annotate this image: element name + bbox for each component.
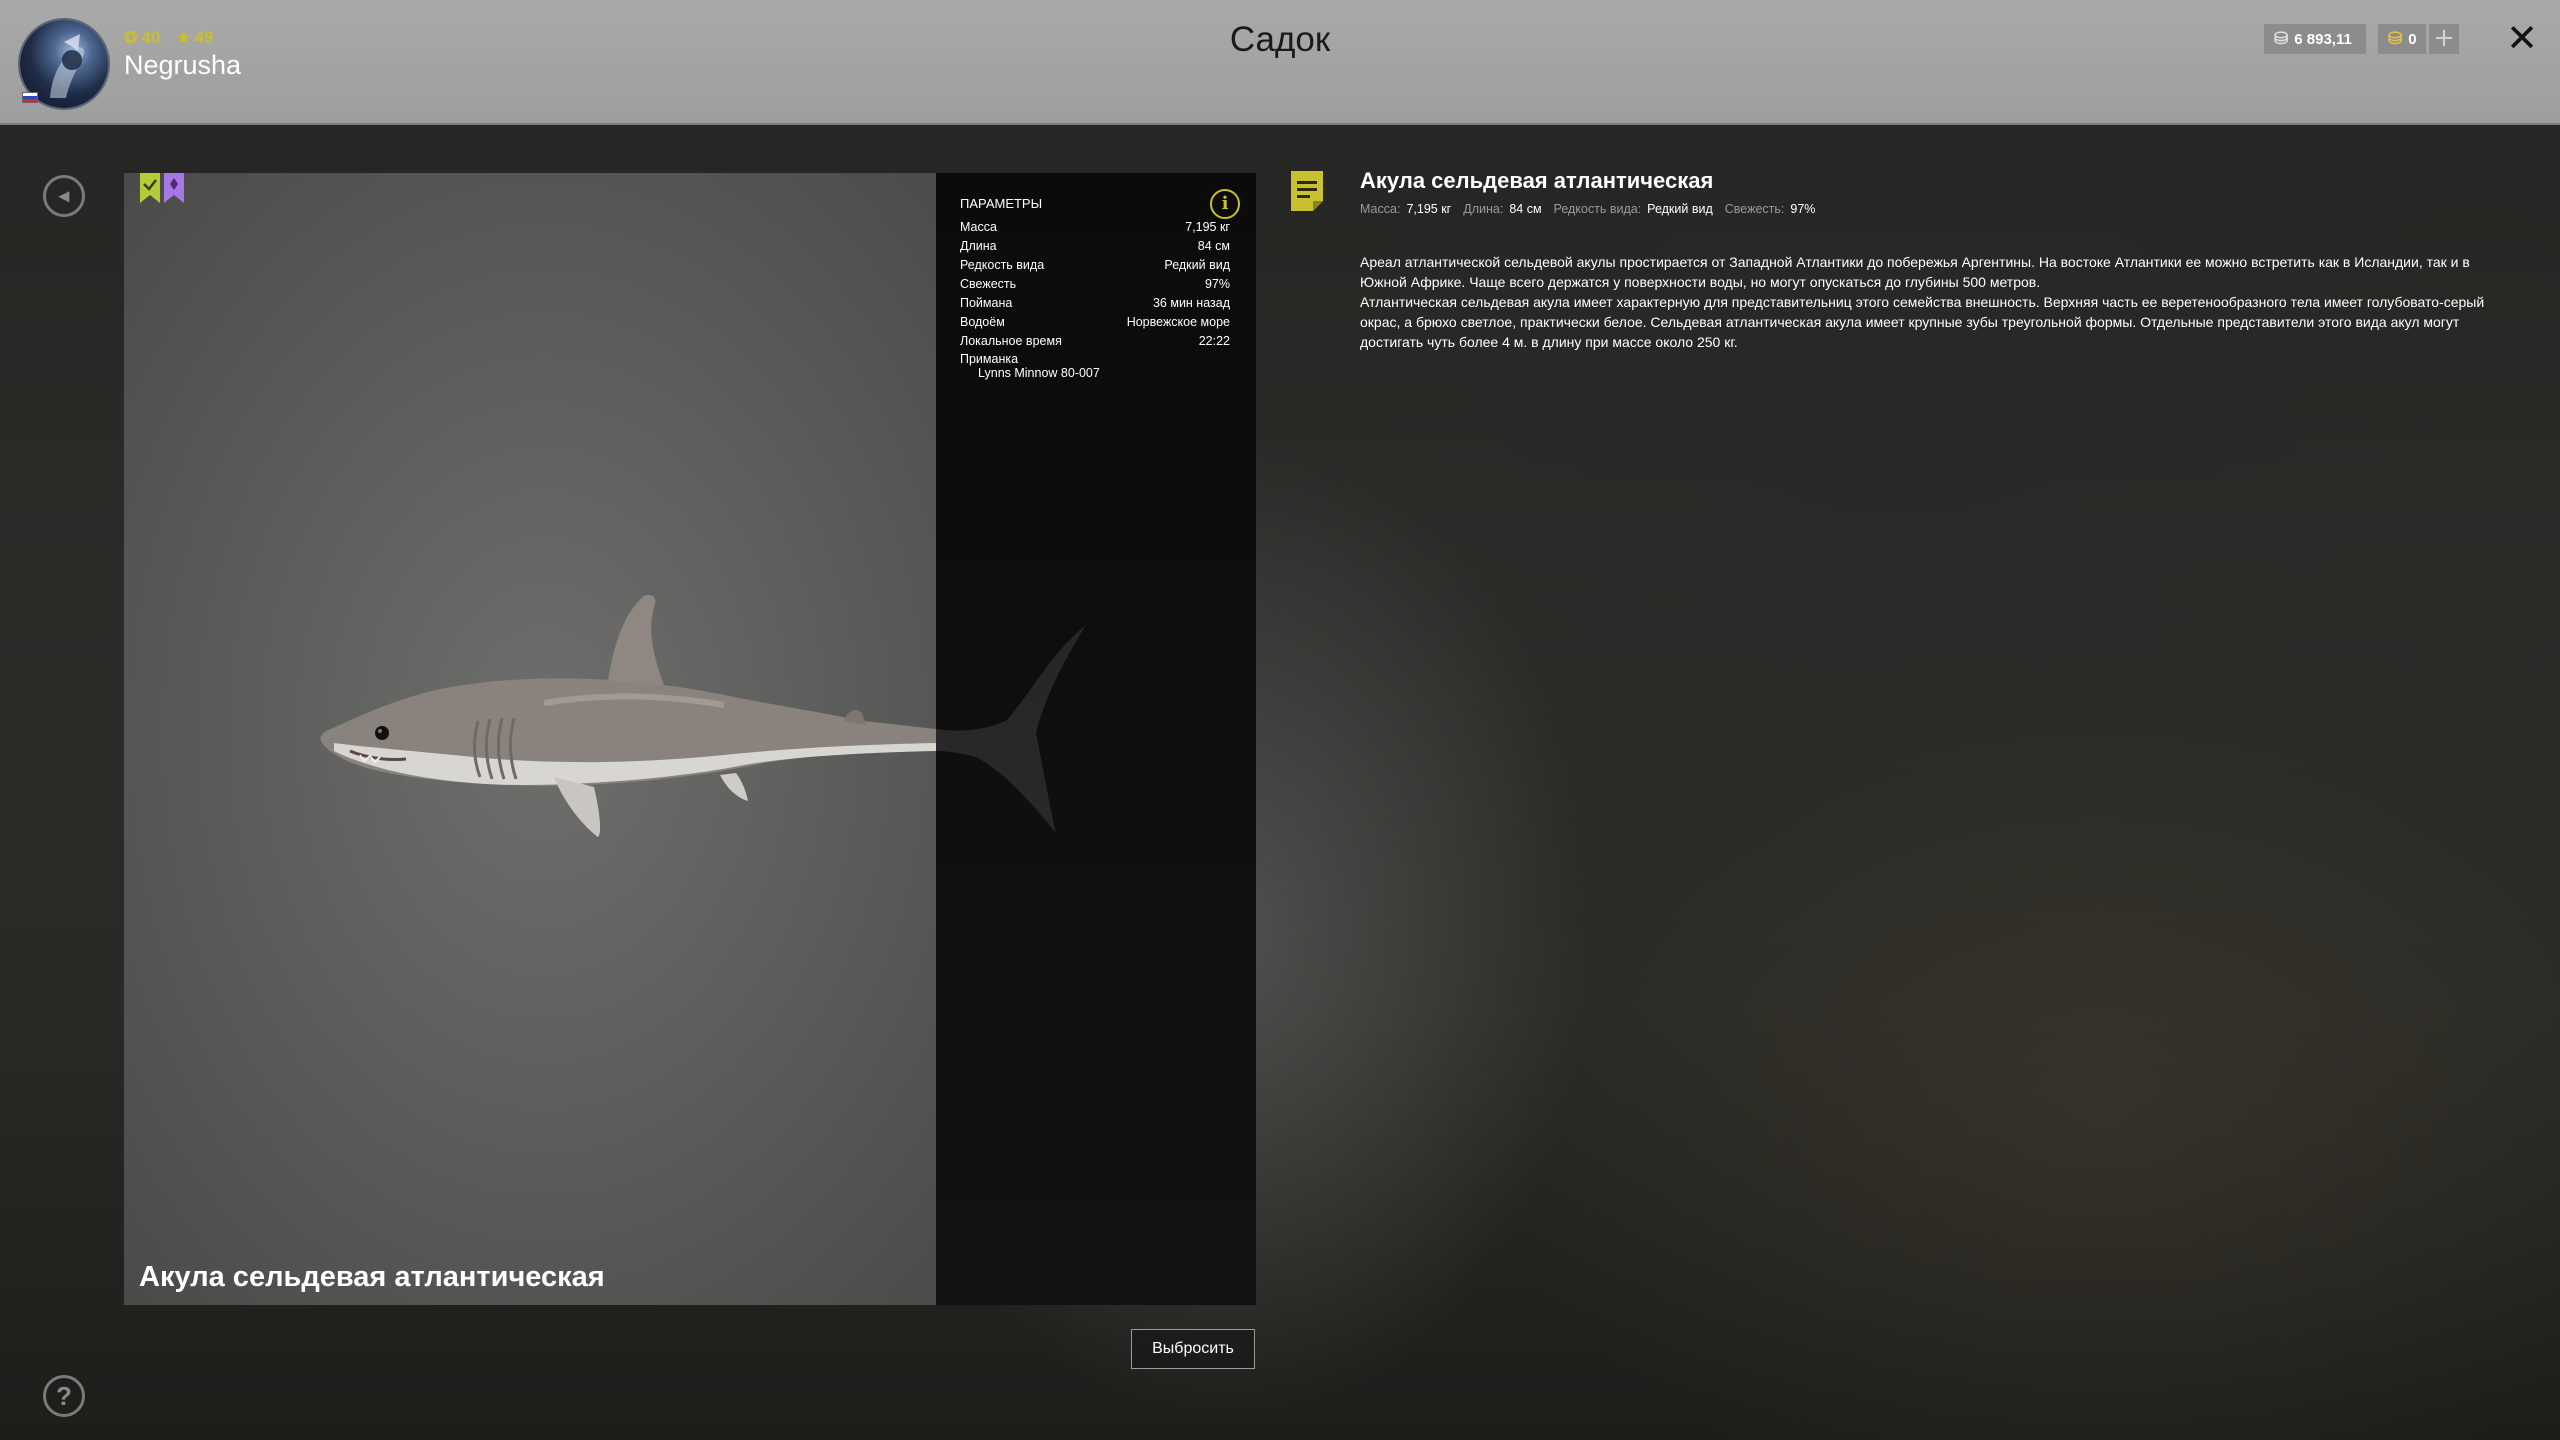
param-value: 84 см [1197, 238, 1230, 253]
add-currency-button[interactable]: + [2429, 24, 2459, 54]
fish-summary: Масса: 7,195 кг Длина: 84 см Редкость вида: Р… [1360, 202, 1821, 216]
param-value: 7,195 кг [1185, 219, 1230, 234]
bookmark-trophy-icon[interactable] [164, 173, 184, 203]
param-row: Свежесть 97% [960, 274, 1230, 293]
shark-image [320, 595, 936, 837]
summary-label: Масса: [1360, 202, 1401, 216]
silver-coins-icon: ⛁ [2274, 29, 2289, 48]
summary-label: Редкость вида: [1553, 202, 1642, 216]
summary-label: Свежесть: [1724, 202, 1785, 216]
top-bar: ✪ 40 ★ 49 Negrusha Садок ⛁ 6 893,11 ⛁ 0 … [0, 0, 2560, 125]
summary-label: Длина: [1463, 202, 1504, 216]
param-row: Длина 84 см [960, 236, 1230, 255]
gold-value: 0 [2408, 30, 2417, 48]
description-paragraph: Атлантическая сельдевая акула имеет хара… [1360, 294, 2485, 350]
silver-balance: ⛁ 6 893,11 [2264, 24, 2366, 54]
param-row: Водоём Норвежское море [960, 312, 1230, 331]
bookmarks [140, 173, 184, 203]
param-value: 36 мин назад [1152, 295, 1230, 310]
param-value: Норвежское море [1126, 314, 1230, 329]
param-value: Редкий вид [1164, 257, 1230, 272]
back-button[interactable]: ◂ [43, 175, 85, 217]
page-title: Садок [1229, 20, 1331, 59]
param-label: Масса [960, 219, 997, 234]
param-label: Редкость вида [960, 257, 1045, 272]
param-label: Поймана [960, 295, 1013, 310]
param-row: Поймана 36 мин назад [960, 293, 1230, 312]
gold-coins-icon: ⛁ [2388, 29, 2403, 48]
fish-preview: Акула сельдевая атлантическая [124, 173, 936, 1305]
param-row: Масса 7,195 кг [960, 217, 1230, 236]
param-value: 97% [1204, 276, 1230, 291]
bookmark-check-icon[interactable] [140, 173, 160, 203]
info-icon[interactable]: i [1210, 189, 1240, 219]
param-row: Локальное время 22:22 [960, 331, 1230, 350]
bait-value: Lynns Minnow 80-007 [978, 366, 1100, 380]
parameters-title: Параметры [960, 196, 1043, 211]
parameters-panel: Параметры i Масса 7,195 кг Длина 84 см Редко… [936, 173, 1256, 1305]
bait-label: Приманка [960, 352, 1019, 366]
country-flag-icon [22, 92, 38, 103]
param-label: Водоём [960, 314, 1005, 329]
note-icon [1291, 171, 1323, 211]
fish-title: Акула сельдевая атлантическая [1360, 168, 1714, 193]
summary-value: 7,195 кг [1406, 202, 1452, 216]
param-label: Длина [960, 238, 997, 253]
discard-button[interactable]: Выбросить [1131, 1329, 1255, 1369]
summary-value: 84 см [1509, 202, 1542, 216]
help-button[interactable]: ? [43, 1375, 85, 1417]
param-label: Свежесть [960, 276, 1017, 291]
fish-caption: Акула сельдевая атлантическая [139, 1261, 605, 1293]
gold-balance: ⛁ 0 [2378, 24, 2426, 54]
description-paragraph: Ареал атлантической сельдевой акулы прос… [1360, 254, 2470, 290]
param-label: Локальное время [960, 333, 1062, 348]
param-value: 22:22 [1198, 333, 1230, 348]
summary-value: 97% [1790, 202, 1816, 216]
silver-value: 6 893,11 [2294, 30, 2352, 48]
param-row: Редкость вида Редкий вид [960, 255, 1230, 274]
fish-description: Ареал атлантической сельдевой акулы прос… [1360, 252, 2510, 352]
close-button[interactable]: ✕ [2502, 18, 2542, 58]
summary-value: Редкий вид [1647, 202, 1713, 216]
parameters-list: Масса 7,195 кг Длина 84 см Редкость вида Редк… [960, 217, 1230, 381]
